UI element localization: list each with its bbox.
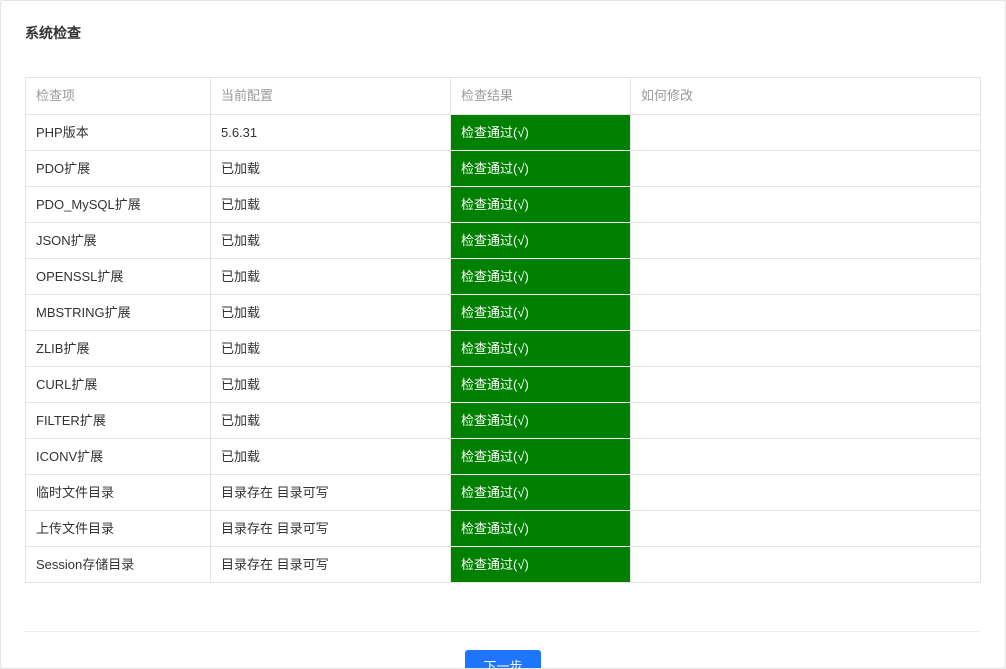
cell-result: 检查通过(√) <box>451 475 631 511</box>
cell-config: 目录存在 目录可写 <box>211 511 451 547</box>
table-row: ICONV扩展已加载检查通过(√) <box>26 439 981 475</box>
cell-fix <box>631 439 981 475</box>
cell-item: FILTER扩展 <box>26 403 211 439</box>
cell-result: 检查通过(√) <box>451 439 631 475</box>
cell-config: 已加载 <box>211 367 451 403</box>
cell-item: CURL扩展 <box>26 367 211 403</box>
table-row: OPENSSL扩展已加载检查通过(√) <box>26 259 981 295</box>
cell-config: 已加载 <box>211 223 451 259</box>
cell-result: 检查通过(√) <box>451 295 631 331</box>
card-body: 检查项 当前配置 检查结果 如何修改 PHP版本5.6.31检查通过(√)PDO… <box>1 77 1005 603</box>
cell-config: 已加载 <box>211 187 451 223</box>
cell-item: Session存储目录 <box>26 547 211 583</box>
cell-item: ICONV扩展 <box>26 439 211 475</box>
cell-fix <box>631 475 981 511</box>
cell-fix <box>631 223 981 259</box>
cell-result: 检查通过(√) <box>451 511 631 547</box>
cell-item: 临时文件目录 <box>26 475 211 511</box>
cell-config: 目录存在 目录可写 <box>211 547 451 583</box>
next-button[interactable]: 下一步 <box>465 650 540 669</box>
cell-fix <box>631 511 981 547</box>
cell-item: PHP版本 <box>26 115 211 151</box>
table-row: ZLIB扩展已加载检查通过(√) <box>26 331 981 367</box>
cell-result: 检查通过(√) <box>451 223 631 259</box>
cell-result: 检查通过(√) <box>451 403 631 439</box>
table-row: PDO_MySQL扩展已加载检查通过(√) <box>26 187 981 223</box>
table-row: CURL扩展已加载检查通过(√) <box>26 367 981 403</box>
table-row: Session存储目录目录存在 目录可写检查通过(√) <box>26 547 981 583</box>
cell-fix <box>631 187 981 223</box>
table-row: 上传文件目录目录存在 目录可写检查通过(√) <box>26 511 981 547</box>
table-row: FILTER扩展已加载检查通过(√) <box>26 403 981 439</box>
cell-config: 已加载 <box>211 259 451 295</box>
cell-config: 目录存在 目录可写 <box>211 475 451 511</box>
cell-fix <box>631 367 981 403</box>
page-title: 系统检查 <box>1 1 1005 63</box>
button-row: 下一步 <box>1 632 1005 669</box>
cell-result: 检查通过(√) <box>451 331 631 367</box>
cell-item: ZLIB扩展 <box>26 331 211 367</box>
cell-result: 检查通过(√) <box>451 187 631 223</box>
cell-result: 检查通过(√) <box>451 547 631 583</box>
cell-item: OPENSSL扩展 <box>26 259 211 295</box>
cell-item: PDO扩展 <box>26 151 211 187</box>
cell-config: 已加载 <box>211 295 451 331</box>
cell-config: 已加载 <box>211 439 451 475</box>
cell-fix <box>631 295 981 331</box>
cell-item: JSON扩展 <box>26 223 211 259</box>
cell-item: 上传文件目录 <box>26 511 211 547</box>
cell-result: 检查通过(√) <box>451 259 631 295</box>
cell-fix <box>631 547 981 583</box>
table-row: PDO扩展已加载检查通过(√) <box>26 151 981 187</box>
header-result: 检查结果 <box>451 78 631 115</box>
table-row: MBSTRING扩展已加载检查通过(√) <box>26 295 981 331</box>
header-config: 当前配置 <box>211 78 451 115</box>
cell-config: 5.6.31 <box>211 115 451 151</box>
check-table: 检查项 当前配置 检查结果 如何修改 PHP版本5.6.31检查通过(√)PDO… <box>25 77 981 583</box>
system-check-card: 系统检查 检查项 当前配置 检查结果 如何修改 PHP版本5.6.31检查通过(… <box>0 0 1006 669</box>
cell-config: 已加载 <box>211 403 451 439</box>
cell-fix <box>631 115 981 151</box>
cell-item: MBSTRING扩展 <box>26 295 211 331</box>
cell-result: 检查通过(√) <box>451 115 631 151</box>
cell-fix <box>631 259 981 295</box>
table-header-row: 检查项 当前配置 检查结果 如何修改 <box>26 78 981 115</box>
header-fix: 如何修改 <box>631 78 981 115</box>
cell-config: 已加载 <box>211 331 451 367</box>
cell-fix <box>631 403 981 439</box>
table-row: PHP版本5.6.31检查通过(√) <box>26 115 981 151</box>
cell-fix <box>631 151 981 187</box>
cell-item: PDO_MySQL扩展 <box>26 187 211 223</box>
table-row: JSON扩展已加载检查通过(√) <box>26 223 981 259</box>
cell-config: 已加载 <box>211 151 451 187</box>
cell-fix <box>631 331 981 367</box>
header-item: 检查项 <box>26 78 211 115</box>
cell-result: 检查通过(√) <box>451 367 631 403</box>
cell-result: 检查通过(√) <box>451 151 631 187</box>
table-row: 临时文件目录目录存在 目录可写检查通过(√) <box>26 475 981 511</box>
